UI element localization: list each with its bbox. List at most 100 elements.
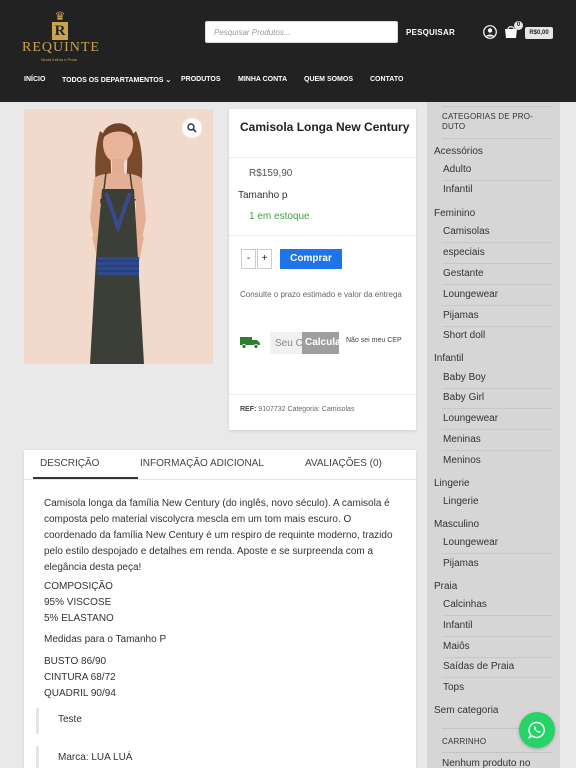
category-link[interactable]: Saídas de Praia xyxy=(443,661,514,672)
divider xyxy=(442,636,552,637)
composition-line: 5% ELASTANO xyxy=(44,613,114,624)
category-link[interactable]: especiais xyxy=(443,247,485,258)
category-link[interactable]: Infantil xyxy=(443,184,472,195)
search-zoom-icon xyxy=(187,123,197,133)
product-size: Tamanho p xyxy=(238,190,288,201)
tab-informacao-adicional[interactable]: INFORMAÇÃO ADICIONAL xyxy=(140,458,264,469)
divider xyxy=(442,284,552,285)
product-image[interactable] xyxy=(24,109,213,364)
search-input[interactable] xyxy=(205,21,398,43)
cart-widget-title: CARRINHO xyxy=(442,737,487,746)
site-header: ♛ R REQUINTE Moda Íntima e Praia PESQUIS… xyxy=(0,0,576,102)
whatsapp-icon xyxy=(528,721,545,739)
category-link[interactable]: Adulto xyxy=(443,164,471,175)
divider xyxy=(442,242,552,243)
search-button[interactable]: PESQUISAR xyxy=(406,28,455,37)
category-link[interactable]: Loungewear xyxy=(443,289,498,300)
divider xyxy=(442,752,552,753)
divider xyxy=(442,305,552,306)
nav-item-label: TODOS OS DEPARTAMENTOS xyxy=(62,77,164,84)
category-link[interactable]: Calcinhas xyxy=(443,599,487,610)
category-link[interactable]: Masculino xyxy=(434,519,479,530)
stock-status: 1 em estoque xyxy=(249,211,310,222)
product-title: Camisola Longa New Century xyxy=(240,120,410,134)
category-link[interactable]: Meninas xyxy=(443,434,481,445)
composition-title: COMPOSIÇÃO xyxy=(44,581,113,592)
product-summary: Camisola Longa New Century R$159,90 Tama… xyxy=(229,109,416,430)
divider xyxy=(442,657,552,658)
category-link[interactable]: Lingerie xyxy=(443,496,479,507)
blockquote-bar xyxy=(36,708,39,734)
divider xyxy=(229,235,416,236)
buy-button[interactable]: Comprar xyxy=(280,249,342,269)
zoom-button[interactable] xyxy=(182,118,202,138)
cart-empty-message: Nenhum produto no xyxy=(442,758,531,768)
product-tabs: DESCRIÇÃO INFORMAÇÃO ADICIONAL AVALIAÇÕE… xyxy=(24,450,416,768)
category-link[interactable]: Gestante xyxy=(443,268,484,279)
category-link[interactable]: Infantil xyxy=(434,353,463,364)
blockquote-text: Marca: LUA LUÁ xyxy=(58,752,133,763)
divider xyxy=(229,394,416,395)
shipping-info: Consulte o prazo estimado e valor da ent… xyxy=(240,290,402,299)
user-account-icon[interactable] xyxy=(483,25,497,39)
quantity-increase-button[interactable]: + xyxy=(257,249,272,269)
divider xyxy=(442,138,552,139)
divider xyxy=(442,553,552,554)
category-link[interactable]: Maiôs xyxy=(443,641,470,652)
product-meta: REF: 9107732 Categoria: Camisolas xyxy=(240,406,354,413)
nav-item-departamentos[interactable]: TODOS OS DEPARTAMENTOS ⌄ xyxy=(62,76,171,84)
blockquote-bar xyxy=(36,746,39,768)
category-link[interactable]: Pijamas xyxy=(443,310,479,321)
category-link[interactable]: Praia xyxy=(434,581,457,592)
whatsapp-button[interactable] xyxy=(519,712,555,748)
nav-item-produtos[interactable]: PRODUTOS xyxy=(181,76,221,83)
category-link[interactable]: Loungewear xyxy=(443,537,498,548)
category-link[interactable]: Acessórios xyxy=(434,146,483,157)
product-price: R$159,90 xyxy=(249,168,293,179)
measure-waist: CINTURA 68/72 xyxy=(44,672,116,683)
nav-item-contato[interactable]: CONTATO xyxy=(370,76,403,83)
category-link[interactable]: Tops xyxy=(443,682,464,693)
category-link[interactable]: Camisolas xyxy=(322,406,355,413)
divider xyxy=(442,408,552,409)
quantity-decrease-button[interactable]: - xyxy=(241,249,256,269)
category-link[interactable]: Sem categoria xyxy=(434,705,498,716)
crown-icon: ♛ xyxy=(54,9,66,23)
divider xyxy=(442,615,552,616)
measures-title: Medidas para o Tamanho P xyxy=(44,634,167,645)
logo-text: REQUINTE xyxy=(22,40,100,55)
category-link[interactable]: Short doll xyxy=(443,330,485,341)
category-link[interactable]: Feminino xyxy=(434,208,475,219)
category-link[interactable]: Pijamas xyxy=(443,558,479,569)
cart-total-badge[interactable]: R$0,00 xyxy=(525,27,553,39)
category-link[interactable]: Camisolas xyxy=(443,226,490,237)
category-link[interactable]: Baby Boy xyxy=(443,372,486,383)
chevron-down-icon: ⌄ xyxy=(165,77,172,84)
measure-bust: BUSTO 86/90 xyxy=(44,656,107,667)
category-link[interactable]: Meninos xyxy=(443,455,481,466)
category-link[interactable]: Infantil xyxy=(443,620,472,631)
site-logo[interactable]: ♛ R REQUINTE Moda Íntima e Praia xyxy=(22,9,100,62)
divider xyxy=(442,180,552,181)
divider xyxy=(442,450,552,451)
divider xyxy=(442,388,552,389)
category-link[interactable]: Loungewear xyxy=(443,413,498,424)
nav-item-quem-somos[interactable]: QUEM SOMOS xyxy=(304,76,353,83)
ref-value: 9107732 xyxy=(258,406,286,413)
divider xyxy=(442,429,552,430)
nav-item-inicio[interactable]: INÍCIO xyxy=(24,76,45,83)
category-link[interactable]: Baby Girl xyxy=(443,392,484,403)
tab-descricao[interactable]: DESCRIÇÃO xyxy=(40,458,99,469)
nav-item-minha-conta[interactable]: MINHA CONTA xyxy=(238,76,287,83)
sidebar: CATEGORIAS DE PRO- DUTO Acessórios Adult… xyxy=(427,102,560,768)
categories-title-cont: DUTO xyxy=(442,122,466,131)
divider xyxy=(442,106,552,107)
cep-lookup-link[interactable]: Não sei meu CEP xyxy=(346,337,402,344)
category-label: Categoria: xyxy=(287,406,320,413)
tab-avaliacoes[interactable]: AVALIAÇÕES (0) xyxy=(305,458,382,469)
category-link[interactable]: Lingerie xyxy=(434,478,470,489)
product-description: Camisola longa da família New Century (d… xyxy=(44,498,393,573)
cart-count-badge: 0 xyxy=(514,21,523,30)
calculate-shipping-button[interactable]: Calcular xyxy=(302,332,339,354)
truck-icon xyxy=(240,337,260,349)
